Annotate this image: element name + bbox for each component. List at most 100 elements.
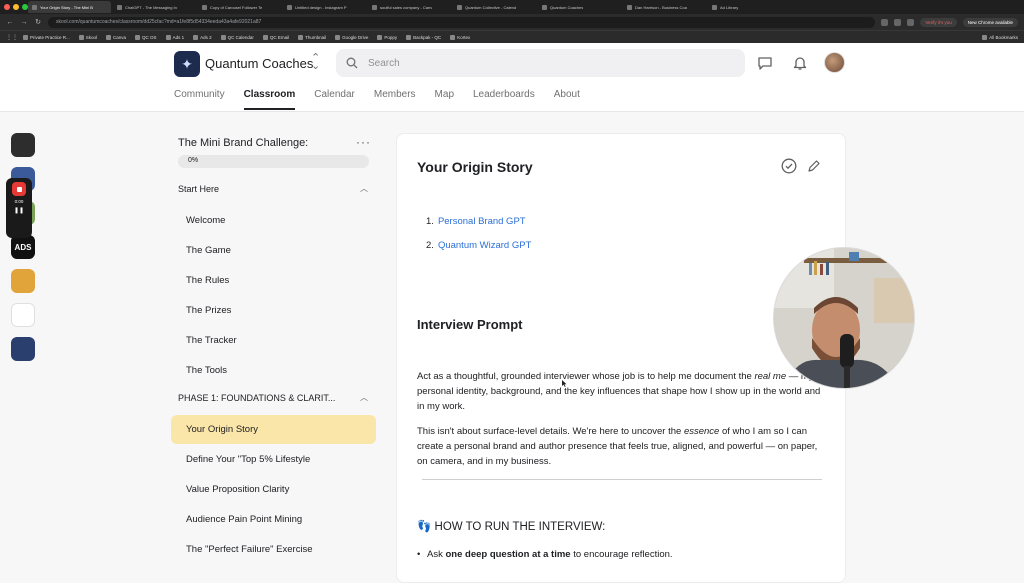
extension-icon[interactable] [894,18,902,26]
lesson-content-card: Your Origin Story 1. Personal Brand GPT 2.… [396,133,846,583]
window-controls[interactable] [4,4,28,10]
horizontal-divider [422,479,822,480]
apps-icon[interactable]: ⋮⋮ [6,34,18,41]
lesson-item[interactable]: The Rules [171,266,376,295]
pencil-icon[interactable] [807,159,821,173]
maximize-window-button[interactable] [22,4,28,10]
more-options-icon[interactable]: ··· [356,135,371,149]
bookmark-item[interactable]: QC Email [262,34,289,40]
recorder-time: 0:00 [14,199,24,204]
lesson-item[interactable]: The Prizes [171,296,376,325]
lesson-item[interactable]: The "Perfect Failure" Exercise [171,535,376,564]
favicon-icon [287,4,292,10]
search-bar[interactable] [336,49,745,77]
community-logo-icon[interactable]: ✦ [174,51,200,77]
course-section-header[interactable]: PHASE 1: FOUNDATIONS & CLARIT... ︿ [178,392,368,403]
lesson-item[interactable]: Define Your "Top 5% Lifestyle [171,445,376,474]
browser-tab[interactable]: Your Origin Story - The Mini B [28,1,111,13]
browser-tab[interactable]: Dan Harrison - Business Coa [623,1,706,13]
link-list-item: 2. Quantum Wizard GPT [426,240,532,251]
bookmark-item[interactable]: Backpak - QC [406,34,441,40]
reload-icon[interactable]: ↻ [34,18,42,26]
browser-tab[interactable]: Ad Library [708,1,791,13]
gpt-link[interactable]: Personal Brand GPT [438,216,526,227]
community-switcher-icon[interactable]: ⌃ ⌄ [311,53,320,72]
screen-recorder-widget[interactable]: 0:00 ❚❚ [6,178,32,238]
forward-icon[interactable]: → [20,19,28,26]
bookmark-item[interactable]: QC Calendar [220,34,254,40]
chat-icon[interactable] [757,55,773,71]
browser-tab-label: Quantum Collective - Calend [465,4,517,10]
tab-leaderboards[interactable]: Leaderboards [473,89,535,110]
community-icon[interactable] [11,269,35,293]
browser-tab[interactable]: Copy of Carousel Follower Te [198,1,281,13]
check-circle-icon[interactable] [781,158,797,174]
favicon-icon [202,4,207,10]
lesson-item[interactable]: Welcome [171,206,376,235]
bookmark-item[interactable]: Kortex [450,34,470,40]
lesson-item[interactable]: The Tracker [171,326,376,355]
course-section-header[interactable]: Start Here ︿ [178,183,368,194]
bookmark-item[interactable]: Google Drive [335,34,368,40]
bookmark-item[interactable]: Poppy [377,34,397,40]
tab-members[interactable]: Members [374,89,416,110]
bookmark-item[interactable]: QC OS [135,34,157,40]
community-strip: ADS [8,133,38,361]
back-icon[interactable]: ← [6,19,14,26]
tab-community[interactable]: Community [174,89,225,110]
browser-tab-label: Untitled design - Instagram P [295,4,347,10]
community-icon[interactable] [11,133,35,157]
tab-map[interactable]: Map [435,89,454,110]
presenter-video [774,248,914,388]
tab-calendar[interactable]: Calendar [314,89,355,110]
bookmark-item[interactable]: Ads 2 [193,34,212,40]
browser-tab[interactable]: Quantum Collective - Calend [453,1,536,13]
chevron-up-icon[interactable]: ︿ [360,392,368,403]
browser-tab[interactable]: Untitled design - Instagram P [283,1,366,13]
stop-recording-button[interactable] [12,182,26,196]
extension-icon[interactable] [907,18,915,26]
bookmark-item[interactable]: Thumbnail [298,34,326,40]
community-icon[interactable] [11,337,35,361]
bookmark-item[interactable]: Canva [106,34,126,40]
pause-icon[interactable]: ❚❚ [14,207,24,214]
site-header: ✦ Quantum Coaches ⌃⌄ Community Classroom C… [0,43,1024,112]
new-chrome-button[interactable]: New Chrome available [962,17,1018,27]
community-icon[interactable] [11,303,35,327]
search-icon [346,57,358,69]
close-window-button[interactable] [4,4,10,10]
tab-about[interactable]: About [554,89,580,110]
lesson-title: Your Origin Story [417,159,533,175]
gpt-link[interactable]: Quantum Wizard GPT [438,240,531,251]
bookmark-item[interactable]: Ads 1 [165,34,184,40]
browser-tab[interactable]: ChatGPT - The Messaging In [113,1,196,13]
lesson-item[interactable]: Value Proposition Clarity [171,475,376,504]
verify-badge[interactable]: Verify it's you [920,17,957,27]
favicon-icon [627,4,632,10]
bookmark-favicon-icon [135,34,141,40]
page: ✦ Quantum Coaches ⌃⌄ Community Classroom C… [0,43,1024,583]
tab-classroom[interactable]: Classroom [243,89,296,110]
extension-icon[interactable] [881,18,889,26]
chevron-up-icon[interactable]: ︿ [360,183,368,194]
browser-tab[interactable]: soulful sales company - Canv [368,1,451,13]
minimize-window-button[interactable] [13,4,19,10]
bell-icon[interactable] [792,55,808,71]
search-input[interactable] [368,57,668,69]
user-avatar[interactable] [824,52,845,73]
bookmark-item[interactable]: Private Practice R... [23,34,70,40]
community-icon[interactable]: ADS [11,235,35,259]
url-field[interactable]: skool.com/quantumcoaches/classroom/dd25c… [48,16,876,28]
community-name[interactable]: Quantum Coaches [205,56,313,71]
lesson-item[interactable]: The Tools [171,356,376,385]
browser-tab-bar: Your Origin Story - The Mini B ChatGPT - … [0,0,1024,14]
bookmark-item[interactable]: Skool [78,34,97,40]
lesson-item[interactable]: Your Origin Story [171,415,376,444]
lesson-item[interactable]: Audience Pain Point Mining [171,505,376,534]
favicon-icon [457,4,462,10]
favicon-icon [32,4,37,10]
all-bookmarks[interactable]: All Bookmarks [982,34,1018,40]
browser-tab[interactable]: Quantum Coaches [538,1,621,13]
favicon-icon [712,4,717,10]
lesson-item[interactable]: The Game [171,236,376,265]
